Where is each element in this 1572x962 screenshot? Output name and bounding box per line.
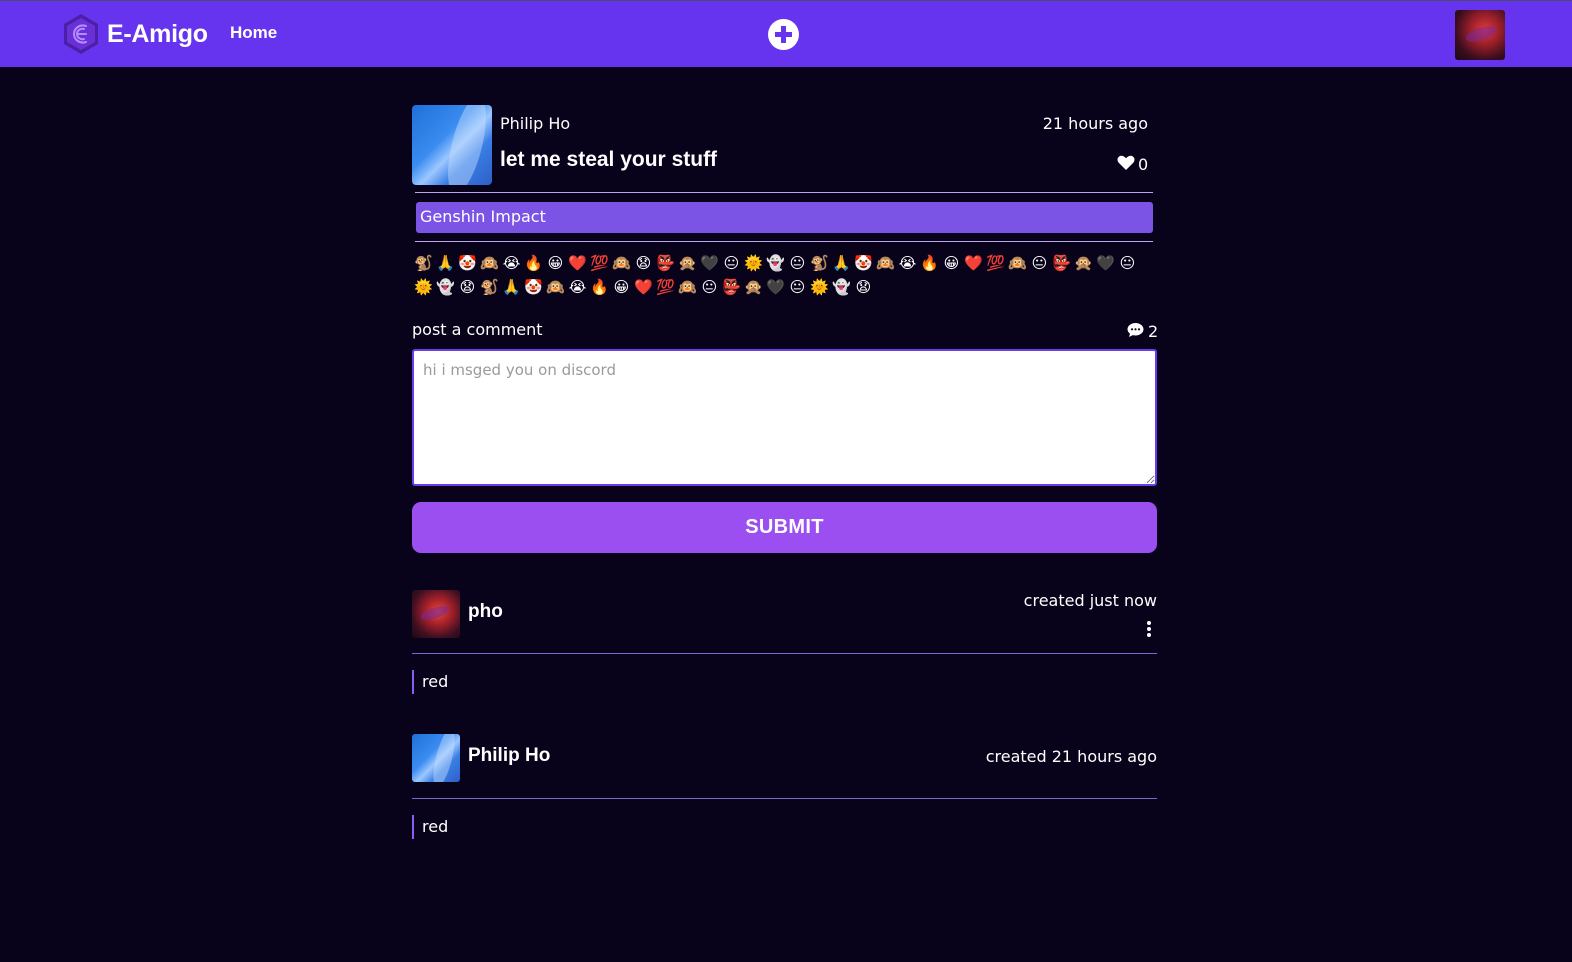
reaction-emoji-button[interactable]: 🤡 [523, 275, 545, 299]
post-title: let me steal your stuff [500, 148, 718, 171]
reaction-emoji-button[interactable]: 🔥 [523, 251, 545, 275]
reaction-emoji-button[interactable]: 🌞 [413, 275, 435, 299]
reaction-emoji-button[interactable]: 😐 [1117, 251, 1139, 275]
reaction-emoji-button[interactable]: 🙊 [743, 275, 765, 299]
reaction-emoji-button[interactable]: 🤡 [457, 251, 479, 275]
comment-form-label: post a comment [412, 320, 543, 339]
reaction-emoji-button[interactable]: 🙊 [1073, 251, 1095, 275]
reaction-emoji-button[interactable]: 😐 [787, 275, 809, 299]
reaction-emoji-button[interactable]: 👻 [765, 251, 787, 275]
divider [415, 241, 1153, 242]
nav-home-link[interactable]: Home [230, 23, 277, 43]
reaction-emoji-button[interactable]: 👻 [831, 275, 853, 299]
reaction-emoji-button[interactable]: 🖤 [699, 251, 721, 275]
comment-timestamp: created 21 hours ago [985, 747, 1157, 766]
reaction-emoji-button[interactable]: 💯 [589, 251, 611, 275]
submit-button[interactable]: SUBMIT [412, 502, 1157, 553]
comment-body: red [412, 670, 448, 694]
comment-count: 2 [1127, 318, 1158, 341]
reaction-emoji-button[interactable]: 😐 [1029, 251, 1051, 275]
reaction-emoji-button[interactable]: 🙉 [677, 275, 699, 299]
reaction-emoji-button[interactable]: 😭 [897, 251, 919, 275]
reaction-emoji-button[interactable]: 🙏 [831, 251, 853, 275]
reaction-emoji-button[interactable]: 😀 [545, 251, 567, 275]
comment-avatar[interactable] [412, 734, 460, 782]
comment-count-number: 2 [1148, 322, 1159, 341]
reaction-emoji-button[interactable]: 😭 [567, 275, 589, 299]
divider [412, 798, 1157, 799]
reaction-emoji-button[interactable]: 👺 [655, 251, 677, 275]
post-tag[interactable]: Genshin Impact [416, 202, 1153, 233]
reaction-emoji-button[interactable]: 🌞 [809, 275, 831, 299]
reaction-emoji-button[interactable]: 👺 [1051, 251, 1073, 275]
reaction-emoji-button[interactable]: 😧 [853, 275, 875, 299]
post-timestamp: 21 hours ago [1042, 114, 1148, 133]
reaction-emoji-button[interactable]: 👻 [435, 275, 457, 299]
reaction-emoji-button[interactable]: 🖤 [765, 275, 787, 299]
reaction-emoji-button[interactable]: 🙉 [875, 251, 897, 275]
reaction-emoji-button[interactable]: 💯 [655, 275, 677, 299]
comment-avatar[interactable] [412, 590, 460, 638]
like-button[interactable]: 0 [1117, 151, 1148, 174]
comment-author[interactable]: pho [468, 601, 503, 623]
reaction-emoji-button[interactable]: 😐 [721, 251, 743, 275]
reaction-emoji-button[interactable]: 🐒 [479, 275, 501, 299]
comment-body: red [412, 815, 448, 839]
navbar: E-Amigo Home [0, 0, 1572, 67]
divider [415, 192, 1153, 193]
reaction-emoji-button[interactable]: 😐 [787, 251, 809, 275]
reaction-emoji-button[interactable]: 😀 [611, 275, 633, 299]
comment-textarea[interactable] [412, 349, 1157, 486]
brand[interactable]: E-Amigo [62, 13, 208, 55]
reaction-emoji-button[interactable]: 👺 [721, 275, 743, 299]
reaction-emoji-button[interactable]: 🙏 [501, 275, 523, 299]
heart-icon [1117, 155, 1135, 170]
reaction-emoji-button[interactable]: 😐 [699, 275, 721, 299]
reaction-emoji-button[interactable]: 🙉 [545, 275, 567, 299]
reaction-emoji-button[interactable]: 🔥 [919, 251, 941, 275]
reaction-emoji-button[interactable]: 🙉 [479, 251, 501, 275]
plus-circle-icon[interactable] [768, 19, 799, 50]
post-author-name[interactable]: Philip Ho [500, 114, 570, 133]
divider [412, 653, 1157, 654]
reaction-emoji-button[interactable]: 😧 [457, 275, 479, 299]
reaction-emoji-button[interactable]: 🐒 [413, 251, 435, 275]
likes-count: 0 [1138, 155, 1149, 174]
reaction-emoji-button[interactable]: 😀 [941, 251, 963, 275]
reaction-emoji-button[interactable]: 🙊 [677, 251, 699, 275]
reaction-emoji-button[interactable]: 🤡 [853, 251, 875, 275]
reaction-emoji-button[interactable]: 🌞 [743, 251, 765, 275]
reaction-emoji-button[interactable]: 😧 [633, 251, 655, 275]
user-avatar[interactable] [1455, 10, 1505, 60]
reaction-emoji-button[interactable]: 🙉 [1007, 251, 1029, 275]
reaction-emoji-button[interactable]: 🔥 [589, 275, 611, 299]
speech-bubble-icon [1127, 322, 1144, 337]
reaction-emoji-button[interactable]: 🙉 [611, 251, 633, 275]
reaction-emoji-button[interactable]: 🐒 [809, 251, 831, 275]
post-author-avatar[interactable] [412, 105, 492, 185]
reaction-emoji-button[interactable]: 😭 [501, 251, 523, 275]
reaction-emoji-button[interactable]: 🖤 [1095, 251, 1117, 275]
comment-author[interactable]: Philip Ho [468, 745, 550, 767]
reaction-emoji-button[interactable]: ❤️ [963, 251, 985, 275]
comment-timestamp: created just now [1023, 591, 1157, 610]
reaction-emoji-bar: 🐒 🙏 🤡 🙉 😭 🔥 😀 ❤️ 💯 🙉 😧 👺 🙊 🖤 😐 🌞 👻 😐 🐒 🙏 🤡 🙉 😭 🔥 😀 ❤️ 💯 🙉 😐 👺 🙊 🖤 😐🌞 👻 😧 🐒 🙏… [413, 251, 1153, 299]
reaction-emoji-button[interactable]: 🙏 [435, 251, 457, 275]
reaction-emoji-button[interactable]: 💯 [985, 251, 1007, 275]
more-options-icon[interactable] [1145, 621, 1153, 637]
hexagon-logo-icon [64, 14, 98, 54]
brand-name: E-Amigo [107, 19, 208, 48]
reaction-emoji-button[interactable]: ❤️ [567, 251, 589, 275]
reaction-emoji-button[interactable]: ❤️ [633, 275, 655, 299]
